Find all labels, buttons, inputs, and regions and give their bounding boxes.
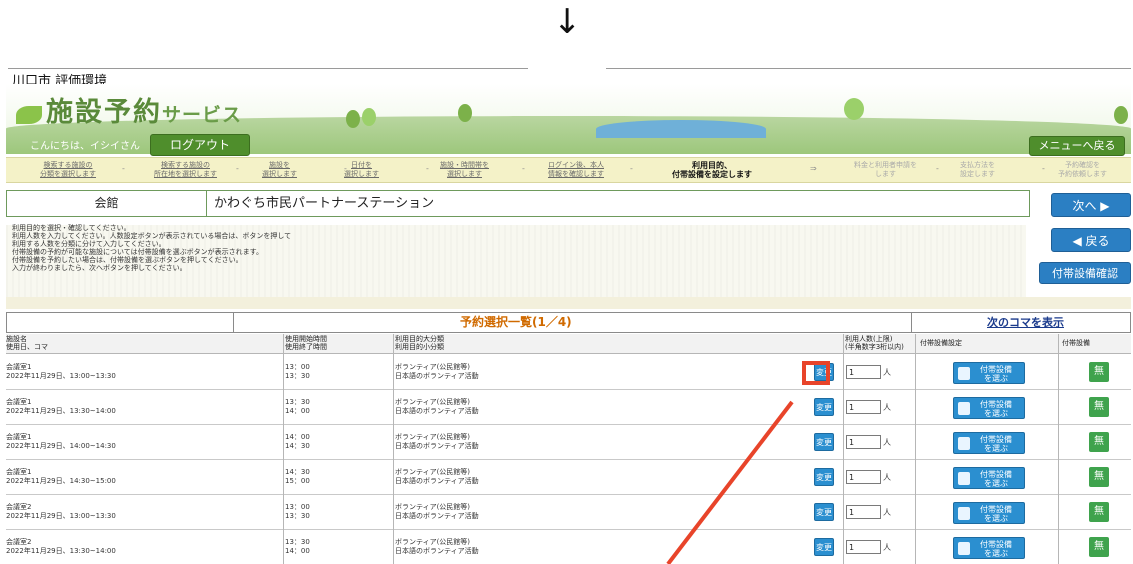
pointer-line-annotation <box>666 400 794 564</box>
pointer-line <box>666 400 794 564</box>
